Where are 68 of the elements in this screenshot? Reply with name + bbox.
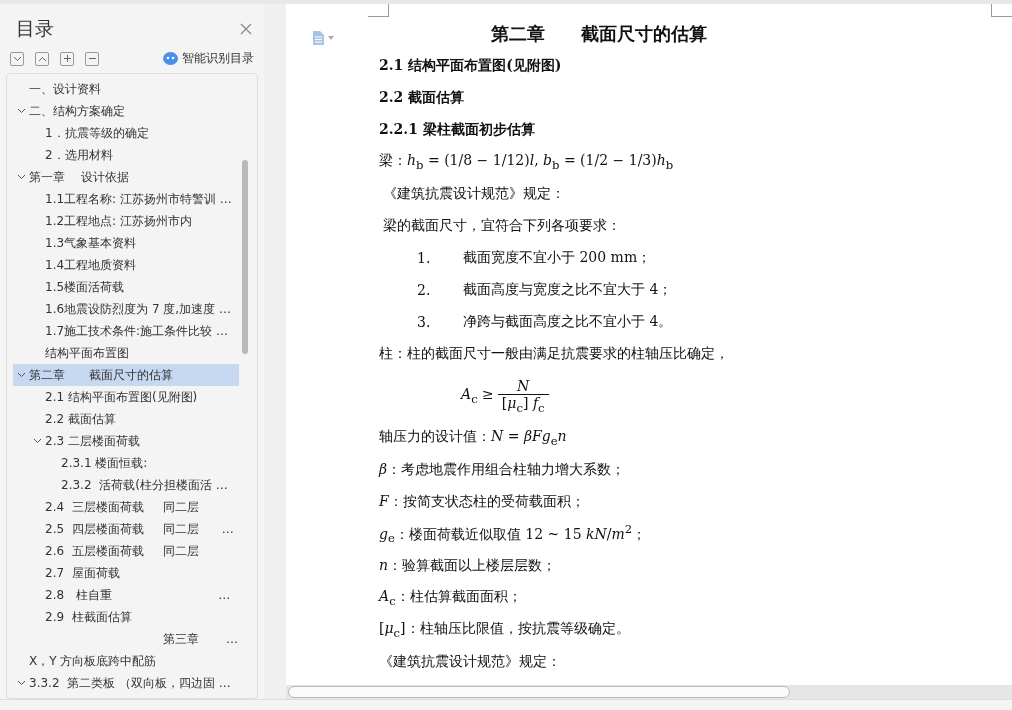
paragraph: 梁：h$_{b}$ = (1/8 − 1/12)l, b$_{b}$ = (1/2 − 1/3)h$_{b}$ <box>379 152 674 172</box>
outline-item[interactable]: 2.2 截面估算 <box>13 408 239 430</box>
formula-term: A$_{c}$ ≥ <box>461 386 494 406</box>
outline-item[interactable]: 一、设计资料 <box>13 78 239 100</box>
outline-item[interactable]: 2.4 三层楼面荷载 同二层 <box>13 496 239 518</box>
remove-level-button[interactable] <box>85 51 99 66</box>
robot-face-icon <box>163 52 178 65</box>
plus-icon <box>62 54 72 63</box>
section-heading: 2.1 结构平面布置图(见附图) <box>379 56 563 75</box>
panel-title: 目录 <box>16 16 54 41</box>
outline-item[interactable]: 1.1工程名称: 江苏扬州市特警训 … <box>13 188 239 210</box>
paragraph: 《建筑抗震设计规范》规定： <box>379 653 561 671</box>
outline-item[interactable]: 1.6地震设防烈度为 7 度,加速度 … <box>13 298 239 320</box>
paragraph: n：验算截面以上楼层层数； <box>379 557 557 575</box>
outline-item[interactable]: 2.3.2 活荷载(柱分担楼面活 … <box>13 474 239 496</box>
section-heading: 2.2 截面估算 <box>379 88 466 107</box>
section-heading: 2.2.1 梁柱截面初步估算 <box>379 120 536 139</box>
paragraph: g$_{e}$：楼面荷载近似取值 12 ~ 15 kN/m$^{2}$； <box>379 522 647 546</box>
list-number: 3. <box>417 314 432 330</box>
expand-all-button[interactable] <box>10 51 24 66</box>
paragraph: 《建筑抗震设计规范》规定： <box>382 185 566 203</box>
outline-item[interactable]: 2.1 结构平面布置图(见附图) <box>13 386 239 408</box>
outline-item[interactable]: 2.9 柱截面估算 <box>13 606 239 628</box>
paragraph: [μ$_{c}$]：柱轴压比限值，按抗震等级确定。 <box>379 620 630 640</box>
paragraph: 轴压力的设计值：N = βFg$_{e}$n <box>379 428 567 448</box>
chevron-down-icon <box>12 55 22 62</box>
outline-item[interactable]: 2.6 五层楼面荷载 同二层 <box>13 540 239 562</box>
smart-toc-link[interactable]: 智能识别目录 <box>163 50 254 67</box>
outline-item[interactable]: 2.3.1 楼面恒载: <box>13 452 239 474</box>
outline-item[interactable]: 2.5 四层楼面荷载 同二层 … <box>13 518 239 540</box>
outline-item[interactable]: 第三章 … <box>13 628 239 650</box>
close-icon[interactable] <box>240 23 252 35</box>
paragraph: A$_{c}$：柱估算截面面积； <box>379 588 522 608</box>
caret-icon <box>328 36 334 40</box>
list-item-text: 截面宽度不宜小于 200 mm； <box>463 249 652 267</box>
outline-item[interactable]: 2.7 屋面荷载 <box>13 562 239 584</box>
collapse-all-button[interactable] <box>35 51 49 66</box>
add-level-button[interactable] <box>60 51 74 66</box>
outline-item[interactable]: 1.3气象基本资料 <box>13 232 239 254</box>
list-item-text: 净跨与截面高度之比不宜小于 4。 <box>463 313 673 331</box>
outline-item[interactable]: 2.3 二层楼面荷载 <box>13 430 239 452</box>
outline-item[interactable]: 3.3.2 第二类板 （双向板，四边固 … <box>13 672 239 694</box>
paragraph: β：考虑地震作用组合柱轴力增大系数； <box>379 461 626 479</box>
paragraph: 柱：柱的截面尺寸一般由满足抗震要求的柱轴压比确定， <box>379 345 729 363</box>
outline-item[interactable]: 二、结构方案确定 <box>13 100 239 122</box>
chevron-up-icon <box>37 55 47 62</box>
outline-item[interactable]: 1.5楼面活荷载 <box>13 276 239 298</box>
crop-mark <box>991 4 1012 17</box>
chapter-title: 第二章 截面尺寸的估算 <box>491 22 707 46</box>
crop-mark <box>368 4 389 17</box>
formula-denominator: [μ$_{c}$] f$_{c}$ <box>497 393 549 415</box>
outline-item[interactable]: 第一章 设计依据 <box>13 166 239 188</box>
outline-item[interactable]: 1.7施工技术条件:施工条件比较 … <box>13 320 239 342</box>
outline-item[interactable]: 1.4工程地质资料 <box>13 254 239 276</box>
list-number: 2. <box>417 282 432 298</box>
formula-numerator: N <box>515 377 531 394</box>
outline-item[interactable]: 2．选用材料 <box>13 144 239 166</box>
outline-item[interactable]: X，Y 方向板底跨中配筋 <box>13 650 239 672</box>
outline-item[interactable]: 1.2工程地点: 江苏扬州市内 <box>13 210 239 232</box>
paragraph: 梁的截面尺寸，宜符合下列各项要求： <box>382 217 622 235</box>
document-icon <box>313 31 324 45</box>
list-item-text: 截面高度与宽度之比不宜大于 4； <box>463 281 673 299</box>
outline-item[interactable]: 1．抗震等级的确定 <box>13 122 239 144</box>
paragraph: F：按简支状态柱的受荷载面积； <box>379 493 585 511</box>
outline-item[interactable]: 第二章 截面尺寸的估算 <box>13 364 239 386</box>
outline-item[interactable]: 结构平面布置图 <box>13 342 239 364</box>
outline-item[interactable]: 2.8 柱自重 … <box>13 584 239 606</box>
list-number: 1. <box>417 250 432 266</box>
